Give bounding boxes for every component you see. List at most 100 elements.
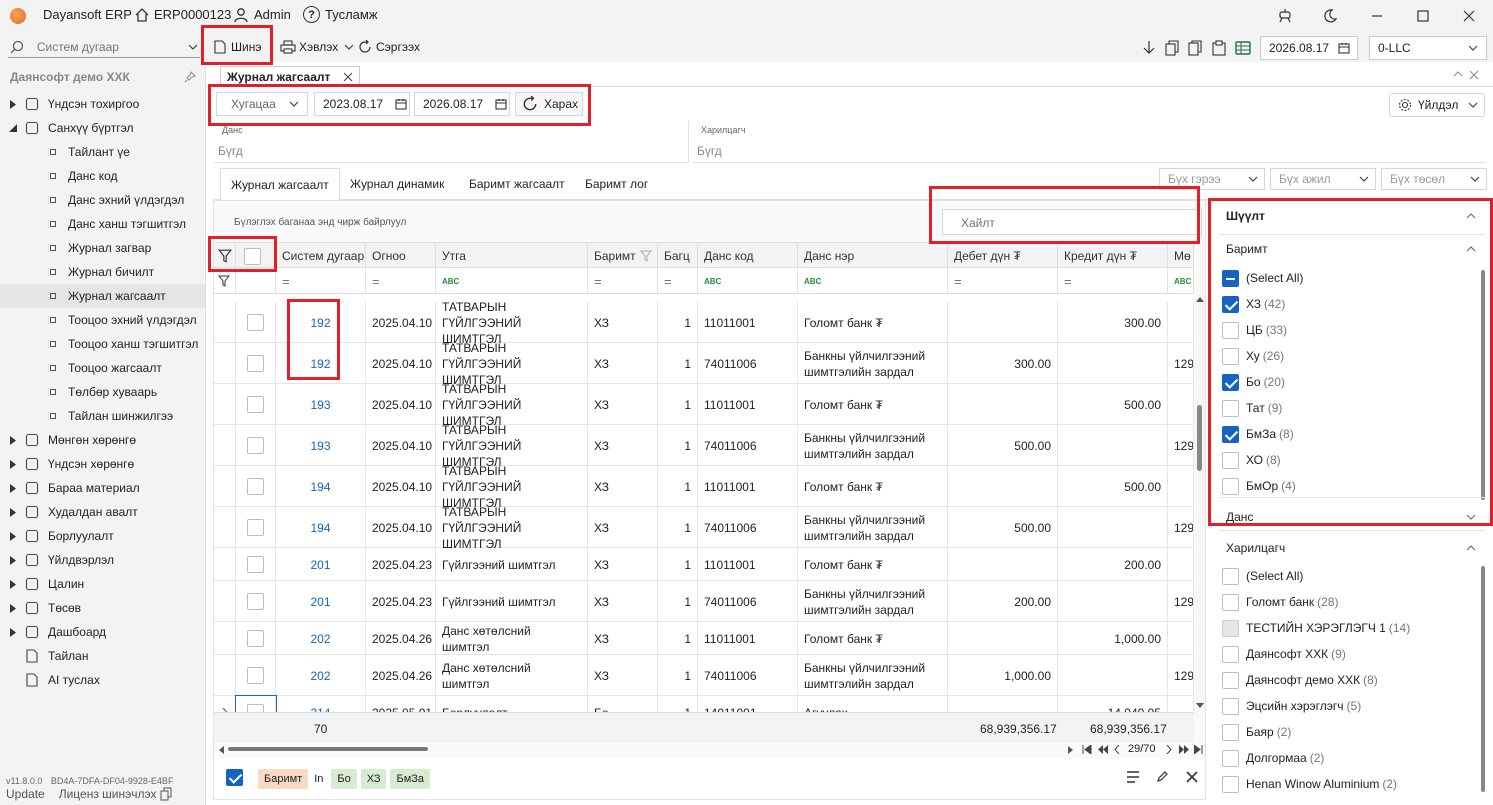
minimize-icon[interactable]: [1369, 8, 1385, 24]
partner-facet-header[interactable]: Харилцагч: [1226, 541, 1476, 555]
facet-item[interactable]: Бо (20): [1222, 370, 1285, 394]
facet-checkbox[interactable]: [1222, 567, 1239, 585]
prev-page-icon[interactable]: [1114, 745, 1120, 754]
next-page-icon[interactable]: [1166, 745, 1172, 754]
tab-doc-log[interactable]: Баримт лог: [575, 168, 658, 200]
prev-fast-icon[interactable]: [1098, 745, 1108, 754]
column-header[interactable]: Огноо: [366, 243, 436, 269]
chevron-down-icon[interactable]: [187, 44, 200, 50]
hscroll[interactable]: 29/70: [214, 742, 1204, 756]
facet-checkbox[interactable]: [1222, 645, 1239, 663]
cell-sys[interactable]: 193: [276, 384, 366, 425]
collapsed-arrow-icon[interactable]: [8, 555, 18, 565]
tab-journal-list[interactable]: Журнал жагсаалт: [220, 168, 340, 200]
funnel-icon[interactable]: [218, 275, 230, 287]
sidebar-item[interactable]: Тайлан: [0, 644, 205, 668]
row-checkbox[interactable]: [247, 478, 264, 495]
sidebar-item[interactable]: AI туслах: [0, 668, 205, 692]
row-checkbox[interactable]: [247, 396, 264, 413]
sidebar-item[interactable]: Данс код: [0, 164, 205, 188]
column-filter-cell[interactable]: =: [658, 268, 698, 294]
cell-sys[interactable]: 194: [276, 507, 366, 548]
column-filter-cell[interactable]: ABC: [436, 268, 588, 294]
collapsed-arrow-icon[interactable]: [8, 531, 18, 541]
column-filter-cell[interactable]: =: [1058, 268, 1168, 294]
collapse-icon[interactable]: [1453, 71, 1463, 77]
facet-item[interactable]: ХЗ (42): [1222, 292, 1285, 316]
sidebar-item[interactable]: Төлбөр хуваарь: [0, 380, 205, 404]
refresh-button[interactable]: Сэргээх: [357, 36, 420, 58]
clipboard-icon[interactable]: [1212, 40, 1226, 56]
sidebar-item[interactable]: Санхүү бүртгэл: [0, 116, 205, 140]
facet-item[interactable]: Даянсофт ХХК (9): [1222, 642, 1346, 666]
clear-filter-icon[interactable]: [1186, 771, 1198, 783]
period-select[interactable]: Хугацаа: [216, 92, 308, 116]
filter-value-pill[interactable]: Бо: [331, 769, 357, 789]
license-link[interactable]: Лиценз шинэчлэх: [59, 787, 157, 801]
print-button[interactable]: Хэвлэх: [280, 36, 356, 58]
user-icon[interactable]: [233, 7, 249, 23]
funnel-icon[interactable]: [639, 250, 652, 262]
facet-scrollbar[interactable]: [1481, 270, 1485, 500]
facet-item[interactable]: Henan Winow Aluminium (2): [1222, 772, 1397, 796]
scroll-left-icon[interactable]: [218, 746, 224, 754]
row-checkbox[interactable]: [247, 704, 264, 712]
filter-expression[interactable]: Баримт In Бо ХЗ БмЗа: [258, 769, 434, 789]
column-header[interactable]: Баримт: [588, 243, 658, 269]
account-facet-header[interactable]: Данс: [1226, 510, 1476, 524]
hscroll-thumb[interactable]: [228, 747, 428, 751]
date-picker[interactable]: 2026.08.17: [1260, 36, 1358, 60]
job-select[interactable]: Бүх ажил: [1270, 168, 1376, 190]
column-filter-cell[interactable]: =: [366, 268, 436, 294]
collapsed-arrow-icon[interactable]: [8, 579, 18, 589]
next-fast-icon[interactable]: [1179, 745, 1189, 754]
new-button[interactable]: Шинэ: [212, 36, 261, 58]
table-row[interactable]: 194 2025.04.10 ТАТВАРЫН ГҮЙЛГЭЭНИЙ ШИМТГЭЛ…: [214, 507, 1194, 548]
funnel-icon[interactable]: [218, 249, 232, 263]
facet-checkbox[interactable]: [1222, 321, 1239, 339]
column-filter-cell[interactable]: =: [588, 268, 658, 294]
download-icon[interactable]: [1142, 40, 1156, 56]
facet-item[interactable]: ХО (8): [1222, 448, 1281, 472]
facet-checkbox[interactable]: [1222, 697, 1239, 715]
sidebar-item[interactable]: Тооцоо эхний үлдэгдэл: [0, 308, 205, 332]
facet-item[interactable]: Даянсофт демо ХХК (8): [1222, 668, 1378, 692]
sidebar-item[interactable]: Бараа материал: [0, 476, 205, 500]
facet-checkbox[interactable]: [1222, 619, 1239, 637]
column-filter-cell[interactable]: =: [948, 268, 1058, 294]
row-checkbox[interactable]: [247, 556, 264, 573]
facet-checkbox[interactable]: [1222, 671, 1239, 689]
sidebar-item[interactable]: Тооцоо ханш тэгшитгэл: [0, 332, 205, 356]
select-all-header[interactable]: [236, 243, 276, 269]
facet-checkbox[interactable]: [1222, 593, 1239, 611]
facet-item[interactable]: Баяр (2): [1222, 720, 1291, 744]
column-filter-cell[interactable]: =: [276, 268, 366, 294]
sidebar-item[interactable]: Борлуулалт: [0, 524, 205, 548]
collapsed-arrow-icon[interactable]: [8, 627, 18, 637]
close-tab-icon[interactable]: [343, 72, 353, 82]
filter-value-pill[interactable]: БмЗа: [390, 769, 431, 789]
last-page-icon[interactable]: [1194, 745, 1203, 754]
facet-checkbox[interactable]: [1222, 295, 1239, 313]
table-row[interactable]: 201 2025.04.23 Гүйлгээний шимтгэл ХЗ 1 740110…: [214, 581, 1194, 622]
filter-toggle[interactable]: [214, 243, 236, 269]
sidebar-item[interactable]: Цалин: [0, 572, 205, 596]
update-link[interactable]: Update: [6, 787, 45, 801]
column-filter-cell[interactable]: ABC: [798, 268, 948, 294]
date-to-picker[interactable]: 2026.08.17: [414, 92, 510, 116]
sidebar-item[interactable]: Мөнгөн хөрөнгө: [0, 428, 205, 452]
sidebar-item[interactable]: Худалдан авалт: [0, 500, 205, 524]
doc-facet-header[interactable]: Баримт: [1226, 242, 1476, 256]
close-icon[interactable]: [1469, 70, 1479, 80]
sys-search-input[interactable]: [36, 39, 187, 54]
column-header[interactable]: Данс нэр: [798, 243, 948, 269]
company-select[interactable]: 0-LLC: [1369, 36, 1487, 60]
facet-checkbox[interactable]: [1222, 373, 1239, 391]
facet-item[interactable]: Голомт банк (28): [1222, 590, 1339, 614]
sidebar-item[interactable]: Журнал бичилт: [0, 260, 205, 284]
sidebar-item[interactable]: Үйлдвэрлэл: [0, 548, 205, 572]
row-checkbox[interactable]: [247, 519, 264, 536]
collapsed-arrow-icon[interactable]: [8, 483, 18, 493]
column-header[interactable]: Дебет дүн ₮: [948, 243, 1058, 269]
facet-checkbox[interactable]: [1222, 723, 1239, 741]
